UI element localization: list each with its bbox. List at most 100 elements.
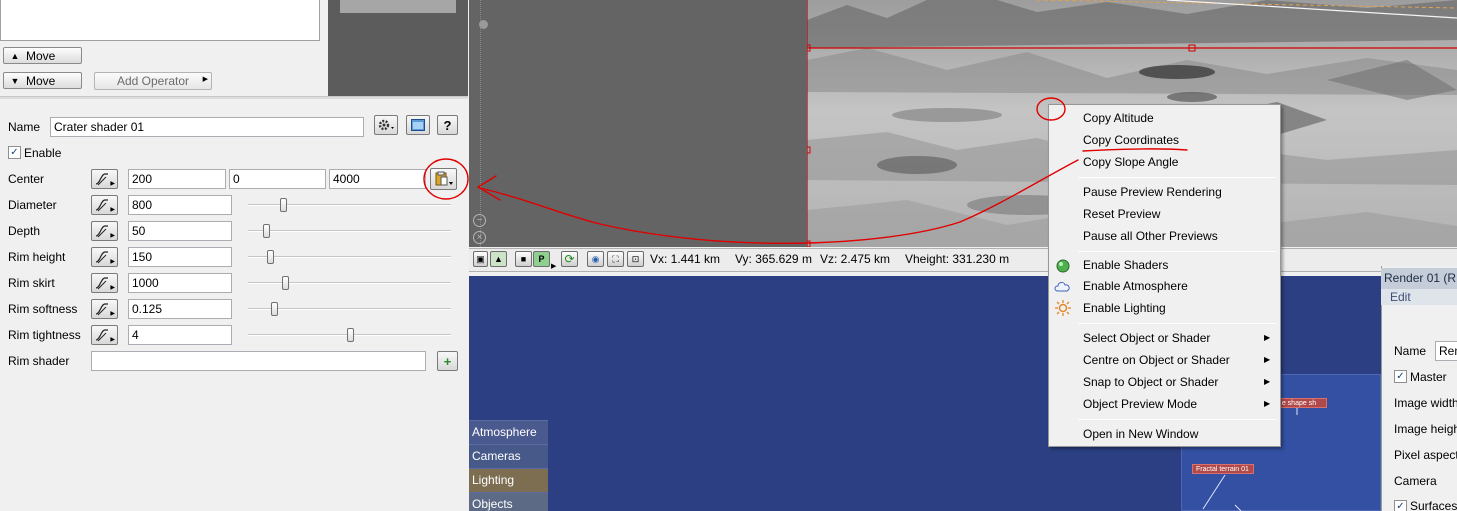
menu-copy-slope-angle[interactable]: Copy Slope Angle	[1083, 155, 1178, 169]
center-animate-button[interactable]: ▶	[91, 169, 118, 189]
render-name-label: Name	[1394, 344, 1427, 358]
tab-atmosphere[interactable]: Atmosphere	[469, 420, 548, 444]
add-operator-button[interactable]: Add Operator ▶	[94, 72, 212, 90]
rim-softness-animate-button[interactable]: ▶	[91, 299, 118, 319]
landscape-icon[interactable]: ▲	[490, 251, 507, 267]
zoom-out-icon[interactable]: −	[473, 214, 486, 227]
rim-tightness-field[interactable]: 4	[128, 325, 232, 345]
camera-view-icon[interactable]: ▣	[473, 251, 488, 267]
name-label: Name	[8, 120, 41, 134]
gear-menu-button[interactable]	[374, 115, 398, 135]
depth-slider-thumb[interactable]	[263, 224, 271, 238]
submenu-arrow-icon: ▶	[1264, 399, 1271, 408]
animate-curve-icon	[95, 199, 108, 212]
rim-height-animate-button[interactable]: ▶	[91, 247, 118, 267]
enable-checkbox[interactable]: ✓	[8, 146, 21, 159]
master-checkbox[interactable]: ✓	[1394, 370, 1407, 383]
close-view-icon[interactable]: ×	[473, 231, 486, 244]
menu-separator	[1078, 323, 1276, 324]
animate-curve-icon	[95, 303, 108, 316]
menu-centre-on-object-or-shader[interactable]: Centre on Object or Shader	[1083, 353, 1230, 367]
rim-tightness-slider-thumb[interactable]	[346, 328, 354, 342]
frame-icon[interactable]: ⛶	[607, 251, 624, 267]
window-icon	[411, 119, 425, 131]
show-preview-button[interactable]	[406, 115, 430, 135]
rim-skirt-label: Rim skirt	[8, 276, 55, 290]
tab-lighting[interactable]: Lighting	[469, 468, 548, 492]
rim-skirt-slider-thumb[interactable]	[281, 276, 289, 290]
rim-tightness-label: Rim tightness	[8, 328, 81, 342]
rim-softness-slider[interactable]	[248, 308, 451, 310]
rim-skirt-slider[interactable]	[248, 282, 451, 284]
eye-icon[interactable]: ◉	[587, 251, 604, 267]
surfaces-checkbox[interactable]: ✓	[1394, 500, 1407, 511]
rim-softness-field[interactable]: 0.125	[128, 299, 232, 319]
gear-icon	[378, 119, 394, 131]
refresh-icon[interactable]: ⟳	[561, 251, 578, 267]
diameter-slider-thumb[interactable]	[279, 198, 287, 212]
rim-shader-label: Rim shader	[8, 354, 70, 368]
menu-pause-all-other-previews[interactable]: Pause all Other Previews	[1083, 229, 1218, 243]
depth-slider[interactable]	[248, 230, 451, 232]
rim-shader-field[interactable]	[91, 351, 426, 371]
center-z-field[interactable]: 4000	[329, 169, 426, 189]
vx-readout: Vx: 1.441 km	[650, 252, 721, 266]
depth-field[interactable]: 50	[128, 221, 232, 241]
center-x-field[interactable]: 200	[128, 169, 226, 189]
menu-reset-preview[interactable]: Reset Preview	[1083, 207, 1160, 221]
clipboard-paste-icon	[435, 171, 453, 186]
tab-objects[interactable]: Objects	[469, 492, 548, 511]
rim-skirt-animate-button[interactable]: ▶	[91, 273, 118, 293]
operator-list[interactable]	[0, 0, 320, 41]
dropdown-arrow-icon: ▶	[110, 207, 115, 213]
help-button[interactable]: ?	[437, 115, 458, 135]
camera-icon[interactable]: ■	[515, 251, 532, 267]
diameter-label: Diameter	[8, 198, 57, 212]
diameter-animate-button[interactable]: ▶	[91, 195, 118, 215]
preview-mode-p-icon[interactable]: P	[533, 251, 550, 267]
center-y-field[interactable]: 0	[229, 169, 326, 189]
arrow-up-icon: ▲	[10, 50, 20, 61]
vz-readout: Vz: 2.475 km	[820, 252, 891, 266]
paste-coordinates-button[interactable]	[430, 168, 457, 190]
rim-skirt-field[interactable]: 1000	[128, 273, 232, 293]
render-name-field[interactable]: Ren	[1435, 341, 1457, 361]
green-sphere-icon	[1056, 259, 1070, 273]
panel-splitter[interactable]	[0, 96, 468, 99]
rim-height-field[interactable]: 150	[128, 247, 232, 267]
rim-height-slider-thumb[interactable]	[267, 250, 275, 264]
image-width-label: Image width	[1394, 396, 1457, 410]
rim-height-slider[interactable]	[248, 256, 451, 258]
animate-curve-icon	[95, 277, 108, 290]
diameter-field[interactable]: 800	[128, 195, 232, 215]
animate-curve-icon	[95, 251, 108, 264]
rim-height-label: Rim height	[8, 250, 66, 264]
image-height-label: Image heigh	[1394, 422, 1457, 436]
menu-enable-shaders[interactable]: Enable Shaders	[1083, 258, 1168, 272]
depth-animate-button[interactable]: ▶	[91, 221, 118, 241]
ruler-marker	[479, 20, 488, 29]
move-up-button[interactable]: ▲ Move	[3, 47, 82, 64]
camera-label: Camera	[1394, 474, 1437, 488]
menu-select-object-or-shader[interactable]: Select Object or Shader	[1083, 331, 1210, 345]
menu-pause-preview-rendering[interactable]: Pause Preview Rendering	[1083, 185, 1222, 199]
menu-snap-to-object-or-shader[interactable]: Snap to Object or Shader	[1083, 375, 1218, 389]
diameter-slider[interactable]	[248, 204, 451, 206]
menu-copy-altitude[interactable]: Copy Altitude	[1083, 111, 1154, 125]
rim-softness-slider-thumb[interactable]	[271, 302, 279, 316]
menu-copy-coordinates[interactable]: Copy Coordinates	[1083, 133, 1179, 147]
menu-enable-lighting[interactable]: Enable Lighting	[1083, 301, 1166, 315]
tab-cameras[interactable]: Cameras	[469, 444, 548, 468]
render-edit-menu[interactable]: Edit	[1381, 289, 1457, 305]
preview-ruler	[473, 0, 481, 247]
shader-name-field[interactable]: Crater shader 01	[50, 117, 364, 137]
sun-icon	[1055, 300, 1071, 316]
add-rim-shader-button[interactable]: +	[437, 351, 458, 371]
rim-tightness-animate-button[interactable]: ▶	[91, 325, 118, 345]
menu-object-preview-mode[interactable]: Object Preview Mode	[1083, 397, 1197, 411]
menu-open-in-new-window[interactable]: Open in New Window	[1083, 427, 1198, 441]
move-down-button[interactable]: ▼ Move	[3, 72, 82, 89]
dropdown-arrow-icon: ▶	[110, 337, 115, 343]
menu-enable-atmosphere[interactable]: Enable Atmosphere	[1083, 279, 1188, 293]
lock-region-icon[interactable]: ⊡	[627, 251, 644, 267]
